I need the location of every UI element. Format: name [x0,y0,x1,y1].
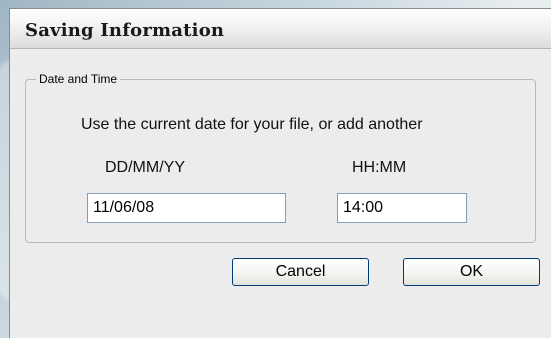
date-time-groupbox: Date and Time Use the current date for y… [25,72,536,243]
ok-button[interactable]: OK [403,258,540,286]
dialog-title: Saving Information [25,20,225,41]
dialog-titlebar: Saving Information [10,9,551,49]
time-format-label: HH:MM [352,159,407,176]
date-format-label: DD/MM/YY [105,159,185,176]
time-input[interactable] [337,193,467,223]
date-input[interactable] [87,193,286,223]
groupbox-legend: Date and Time [36,72,121,86]
instruction-text: Use the current date for your file, or a… [81,116,423,133]
saving-information-dialog: Saving Information Date and Time Use the… [9,8,551,338]
cancel-button[interactable]: Cancel [232,258,369,286]
